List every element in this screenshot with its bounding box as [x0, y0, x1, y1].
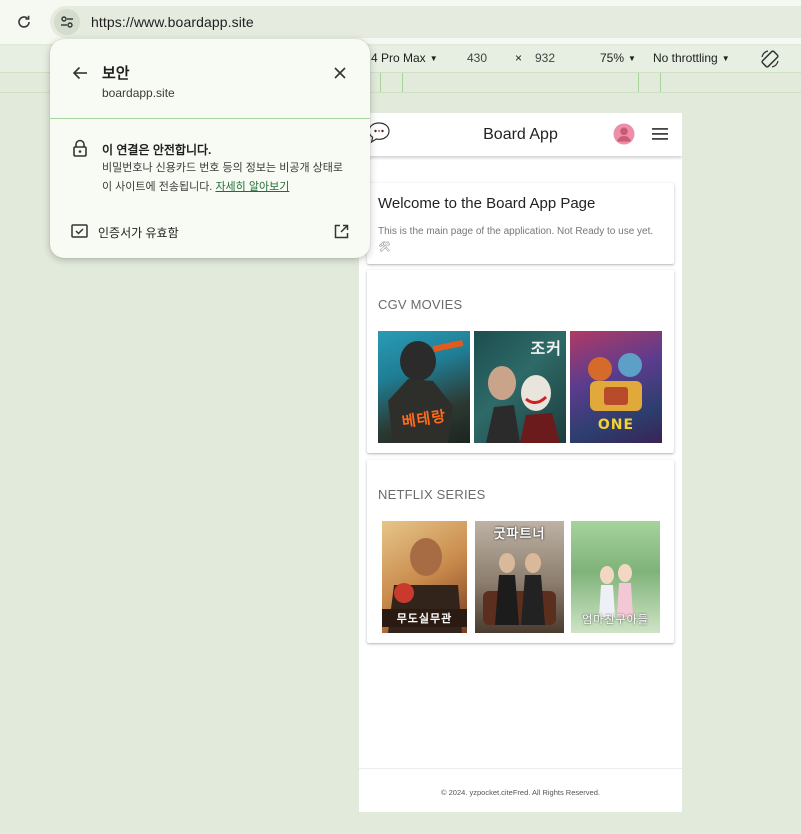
copyright-text: © 2024. yzpocket.citeFred. All Rights Re… — [441, 788, 600, 797]
series-poster[interactable]: 무도실무관 — [382, 521, 467, 633]
poster-title: ONE — [597, 417, 635, 433]
caret-down-icon: ▼ — [721, 53, 730, 63]
url-text[interactable]: https://www.boardapp.site — [91, 14, 254, 30]
tune-icon — [61, 16, 73, 28]
reload-icon — [18, 15, 30, 28]
width-value: 430 — [467, 51, 488, 65]
series-poster[interactable]: 엄마친구아들 — [571, 521, 660, 633]
welcome-card: Welcome to the Board App Page This is th… — [367, 183, 674, 264]
popup-domain: boardapp.site — [102, 86, 175, 100]
poster-title: 굿파트너 — [493, 527, 546, 542]
connection-secure-description: 비밀번호나 신용카드 번호 등의 정보는 비공개 상태로 이 사이트에 전송됩니… — [102, 159, 352, 197]
section-title-movies: CGV MOVIES — [378, 297, 463, 312]
cgv-movies-card: CGV MOVIES 베테랑 조커 ONE — [367, 270, 674, 453]
section-title-series: NETFLIX SERIES — [378, 487, 486, 502]
connection-secure-title: 이 연결은 안전합니다. — [102, 143, 212, 157]
site-security-popup: 보안 boardapp.site 이 연결은 안전합니다. 비밀번호나 신용카드… — [50, 39, 370, 258]
popup-divider — [50, 118, 370, 119]
device-select[interactable]: 4 Pro Max ▼ — [371, 51, 438, 65]
open-in-new-icon[interactable] — [333, 223, 350, 240]
movie-poster[interactable]: ONE — [570, 331, 662, 443]
reload-button[interactable] — [12, 10, 36, 34]
hamburger-menu-icon[interactable] — [651, 126, 669, 142]
browser-toolbar: https://www.boardapp.site — [0, 0, 801, 44]
width-input[interactable]: 430 — [467, 51, 487, 65]
movie-poster-row: 베테랑 조커 ONE — [378, 331, 662, 443]
throttling-select[interactable]: No throttling ▼ — [653, 51, 730, 65]
site-info-button[interactable] — [54, 9, 80, 35]
poster-title: 조커 — [530, 339, 562, 358]
series-poster[interactable]: 굿파트너 — [475, 521, 564, 633]
user-avatar-icon[interactable] — [613, 123, 635, 145]
welcome-title: Welcome to the Board App Page — [378, 195, 596, 212]
height-value: 932 — [535, 51, 556, 65]
welcome-text: This is the main page of the application… — [378, 226, 654, 253]
movie-poster[interactable]: 베테랑 — [378, 331, 470, 443]
popup-title: 보안 — [102, 65, 130, 82]
poster-title: 무도실무관 — [382, 609, 467, 627]
rotate-button[interactable] — [760, 49, 780, 69]
throttling-value: No throttling — [653, 51, 718, 65]
certificate-valid-row[interactable]: 인증서가 유효함 — [71, 221, 351, 243]
times-sign: × — [515, 51, 523, 65]
height-input[interactable]: 932 — [535, 51, 555, 65]
close-icon[interactable] — [331, 64, 349, 82]
caret-down-icon: ▼ — [628, 53, 636, 63]
poster-title: 엄마친구아들 — [582, 613, 649, 626]
lock-icon — [73, 139, 87, 157]
dimension-separator: × — [515, 51, 522, 65]
device-name: 4 Pro Max — [371, 51, 426, 65]
app-header: Board App — [359, 113, 682, 156]
movie-poster[interactable]: 조커 — [474, 331, 566, 443]
arrow-back-icon[interactable] — [71, 64, 89, 82]
zoom-value: 75% — [600, 51, 625, 65]
address-bar[interactable]: https://www.boardapp.site — [50, 6, 801, 38]
zoom-select[interactable]: 75% ▼ — [600, 51, 636, 65]
learn-more-link[interactable]: 자세히 알아보기 — [215, 181, 289, 193]
certificate-check-icon — [71, 224, 88, 238]
device-viewport: Board App Welcome to the Board App Page … — [359, 113, 682, 812]
certificate-valid-label: 인증서가 유효함 — [98, 226, 179, 240]
caret-down-icon: ▼ — [429, 53, 438, 63]
series-poster-row: 무도실무관 굿파트너 엄마친구아들 — [378, 521, 660, 633]
screen-rotation-icon — [761, 50, 779, 68]
app-footer: © 2024. yzpocket.citeFred. All Rights Re… — [359, 768, 682, 812]
netflix-series-card: NETFLIX SERIES 무도실무관 굿파트너 엄마친구아들 — [367, 460, 674, 643]
